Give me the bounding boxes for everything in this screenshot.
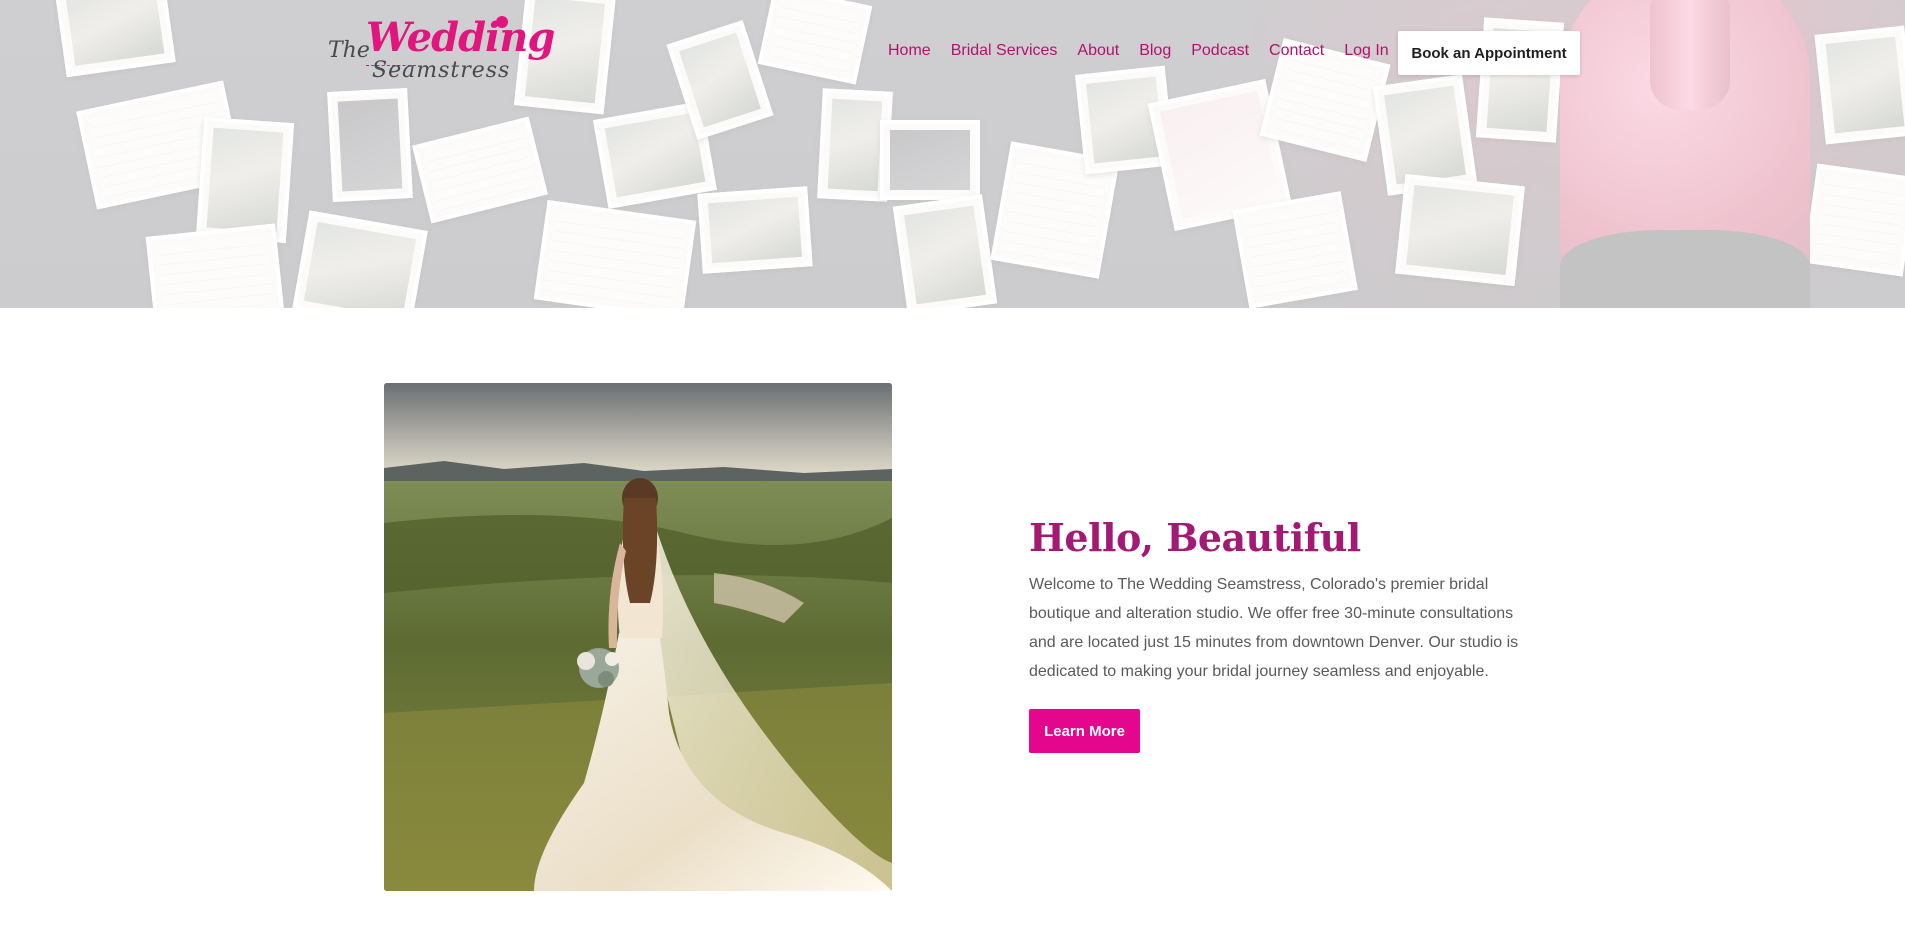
nav-bridal-services[interactable]: Bridal Services (951, 42, 1058, 60)
bride-photo (384, 383, 892, 891)
logo-text-the: The (328, 38, 370, 63)
nav-about[interactable]: About (1077, 42, 1119, 60)
book-appointment-button[interactable]: Book an Appointment (1398, 31, 1580, 75)
site-logo[interactable]: The Wedding Seamstress (326, 14, 555, 86)
logo-text-seamstress: Seamstress (372, 58, 511, 83)
intro-body: Welcome to The Wedding Seamstress, Color… (1029, 576, 1519, 680)
main-nav: Home Bridal Services About Blog Podcast … (888, 42, 1409, 60)
nav-contact[interactable]: Contact (1269, 42, 1324, 60)
intro-title: Hello, Beautiful (1029, 515, 1361, 560)
nav-log-in[interactable]: Log In (1344, 42, 1388, 60)
intro-section: Hello, Beautiful Welcome to The Wedding … (1029, 515, 1529, 686)
learn-more-button[interactable]: Learn More (1029, 709, 1140, 753)
logo-pin-icon (496, 16, 508, 28)
nav-blog[interactable]: Blog (1139, 42, 1171, 60)
nav-podcast[interactable]: Podcast (1191, 42, 1249, 60)
nav-home[interactable]: Home (888, 42, 931, 60)
logo-text-wedding: Wedding (366, 14, 555, 61)
